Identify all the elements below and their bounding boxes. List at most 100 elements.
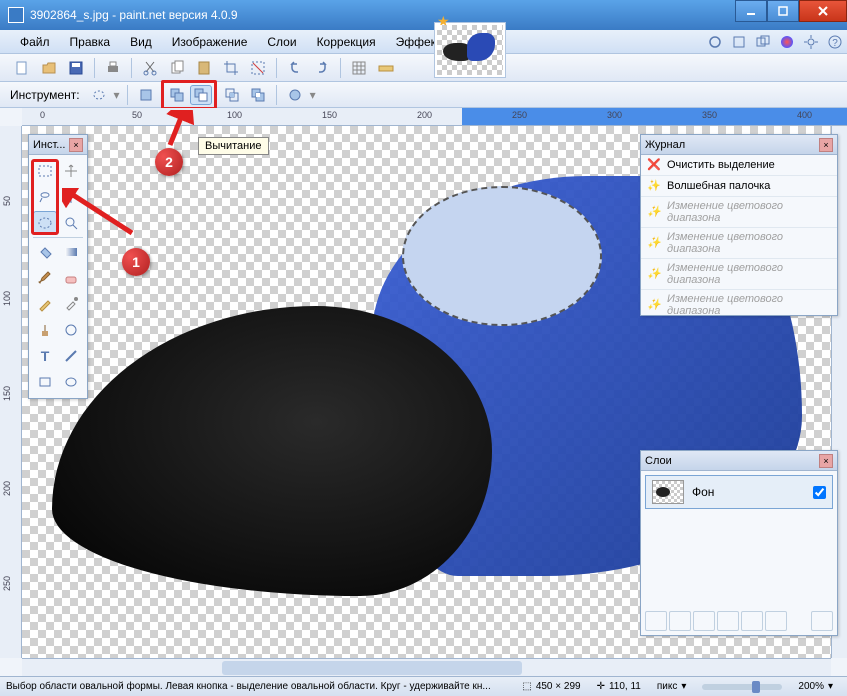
history-item[interactable]: ✨Изменение цветового диапазона xyxy=(641,290,837,315)
tools-panel[interactable]: Инст... × T xyxy=(28,134,88,399)
annotation-highlight-2 xyxy=(161,80,217,110)
redo-icon[interactable] xyxy=(310,56,334,80)
status-coords: ✛ 110, 11 xyxy=(597,681,641,692)
history-panel-title: Журнал xyxy=(645,139,819,151)
svg-text:T: T xyxy=(41,348,50,364)
layer-row[interactable]: Фон xyxy=(645,475,833,509)
status-zoom[interactable]: 200% ▾ xyxy=(798,681,833,692)
grid-icon[interactable] xyxy=(347,56,371,80)
tool-rect-select-icon[interactable] xyxy=(33,159,57,183)
tool-rect-icon[interactable] xyxy=(33,370,57,394)
instrument-label: Инструмент: xyxy=(10,88,80,102)
maximize-button[interactable] xyxy=(767,0,799,22)
open-icon[interactable] xyxy=(37,56,61,80)
layer-down-icon[interactable] xyxy=(765,611,787,631)
undo-icon[interactable] xyxy=(283,56,307,80)
layers-panel[interactable]: Слои × Фон xyxy=(640,450,838,636)
tool-move-selection-icon[interactable] xyxy=(59,159,83,183)
annotation-arrow-2 xyxy=(158,110,198,150)
app-icon xyxy=(8,7,24,23)
save-icon[interactable] xyxy=(64,56,88,80)
layer-up-icon[interactable] xyxy=(741,611,763,631)
history-panel[interactable]: Журнал × ❌Очистить выделение ✨Волшебная … xyxy=(640,134,838,316)
status-unit[interactable]: пикс ▾ xyxy=(657,681,687,692)
annotation-arrow-1 xyxy=(62,188,142,238)
layer-delete-icon[interactable] xyxy=(669,611,691,631)
menubar: Файл Правка Вид Изображение Слои Коррекц… xyxy=(0,30,847,54)
main-toolbar xyxy=(0,54,847,82)
close-button[interactable] xyxy=(799,0,847,22)
mode-subtract-icon[interactable] xyxy=(190,85,212,105)
util-layers-icon[interactable] xyxy=(752,31,774,53)
util-help-icon[interactable]: ? xyxy=(824,31,846,53)
tool-clone-icon[interactable] xyxy=(33,318,57,342)
window-title: 3902864_s.jpg - paint.net версия 4.0.9 xyxy=(30,8,735,22)
layer-props-icon[interactable] xyxy=(811,611,833,631)
tool-lasso-icon[interactable] xyxy=(33,185,57,209)
history-item[interactable]: ✨Волшебная палочка xyxy=(641,176,837,197)
mode-add-icon[interactable] xyxy=(166,85,188,105)
paste-icon[interactable] xyxy=(192,56,216,80)
print-icon[interactable] xyxy=(101,56,125,80)
util-colors-icon[interactable] xyxy=(776,31,798,53)
new-icon[interactable] xyxy=(10,56,34,80)
deselect-icon[interactable] xyxy=(246,56,270,80)
tool-recolor-icon[interactable] xyxy=(59,318,83,342)
tool-picker-icon[interactable] xyxy=(59,292,83,316)
history-item[interactable]: ✨Изменение цветового диапазона xyxy=(641,259,837,290)
layer-visible-checkbox[interactable] xyxy=(813,486,826,499)
menu-edit[interactable]: Правка xyxy=(60,32,121,52)
copy-icon[interactable] xyxy=(165,56,189,80)
util-tools-icon[interactable] xyxy=(704,31,726,53)
layer-add-icon[interactable] xyxy=(645,611,667,631)
tool-line-icon[interactable] xyxy=(59,344,83,368)
wand-icon: ✨ xyxy=(647,179,661,193)
layer-name: Фон xyxy=(692,485,714,499)
tool-selector-icon[interactable] xyxy=(88,85,110,105)
tools-panel-close-icon[interactable]: × xyxy=(69,138,83,152)
tools-panel-title: Инст... xyxy=(33,139,69,151)
util-history-icon[interactable] xyxy=(728,31,750,53)
layer-thumbnail xyxy=(652,480,684,504)
cut-icon[interactable] xyxy=(138,56,162,80)
tool-brush-icon[interactable] xyxy=(33,266,57,290)
tool-fill-icon[interactable] xyxy=(33,240,57,264)
menu-adjust[interactable]: Коррекция xyxy=(307,32,386,52)
util-settings-icon[interactable] xyxy=(800,31,822,53)
history-panel-close-icon[interactable]: × xyxy=(819,138,833,152)
zoom-slider[interactable] xyxy=(702,684,782,690)
crop-icon[interactable] xyxy=(219,56,243,80)
layer-duplicate-icon[interactable] xyxy=(693,611,715,631)
history-item[interactable]: ❌Очистить выделение xyxy=(641,155,837,176)
tool-ellipse-select-icon[interactable] xyxy=(33,211,57,235)
flood-mode-icon[interactable] xyxy=(284,85,306,105)
layers-panel-title: Слои xyxy=(645,455,819,467)
ruler-icon[interactable] xyxy=(374,56,398,80)
history-item[interactable]: ✨Изменение цветового диапазона xyxy=(641,228,837,259)
tool-gradient-icon[interactable] xyxy=(59,240,83,264)
tooltip: Вычитание xyxy=(198,137,269,155)
menu-layers[interactable]: Слои xyxy=(257,32,306,52)
tool-shape-icon[interactable] xyxy=(59,370,83,394)
menu-image[interactable]: Изображение xyxy=(162,32,258,52)
wand-icon: ✨ xyxy=(647,236,661,250)
mode-xor-icon[interactable] xyxy=(247,85,269,105)
layer-merge-icon[interactable] xyxy=(717,611,739,631)
tool-text-icon[interactable]: T xyxy=(33,344,57,368)
mode-replace-icon[interactable] xyxy=(135,85,157,105)
image-tab[interactable]: ★ xyxy=(434,22,506,78)
ruler-horizontal: 0 50 100 150 200 250 300 350 400 xyxy=(22,108,847,126)
menu-file[interactable]: Файл xyxy=(10,32,60,52)
minimize-button[interactable] xyxy=(735,0,767,22)
annotation-badge-1: 1 xyxy=(122,248,150,276)
titlebar: 3902864_s.jpg - paint.net версия 4.0.9 xyxy=(0,0,847,30)
scrollbar-horizontal[interactable] xyxy=(22,658,831,676)
tool-pencil-icon[interactable] xyxy=(33,292,57,316)
mode-intersect-icon[interactable] xyxy=(221,85,243,105)
layers-panel-close-icon[interactable]: × xyxy=(819,454,833,468)
history-item[interactable]: ✨Изменение цветового диапазона xyxy=(641,197,837,228)
instrument-bar: Инструмент: ▾ ▾ xyxy=(0,82,847,108)
menu-view[interactable]: Вид xyxy=(120,32,162,52)
tool-eraser-icon[interactable] xyxy=(59,266,83,290)
status-dims: ⬚ 450 × 299 xyxy=(522,681,580,692)
